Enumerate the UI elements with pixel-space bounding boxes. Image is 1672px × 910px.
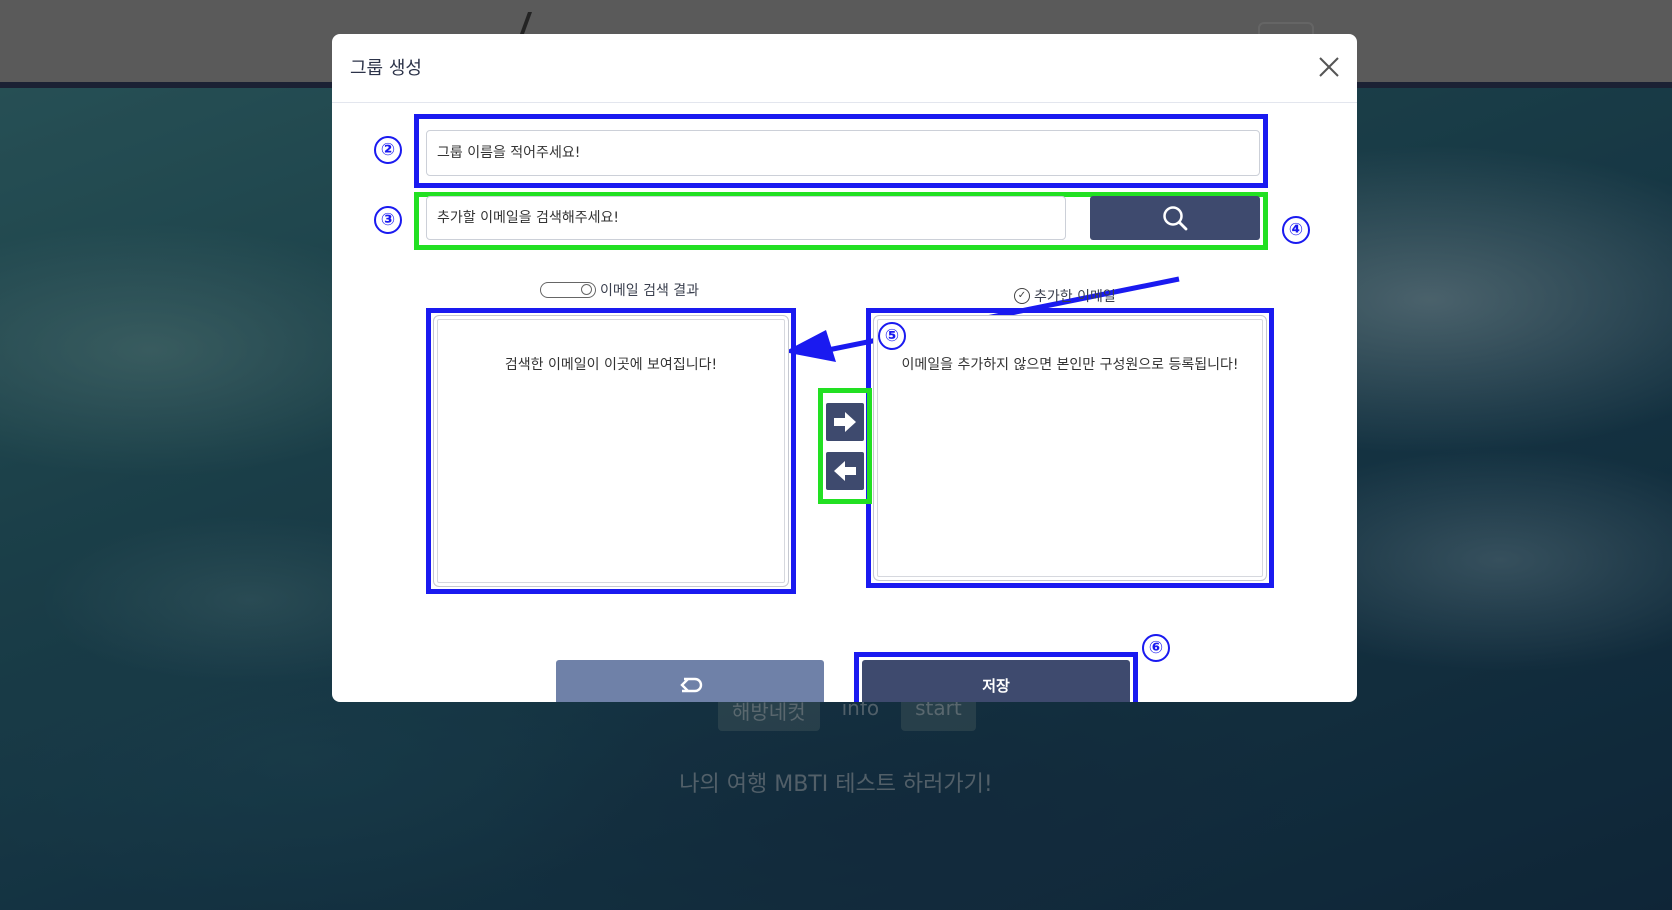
- check-circle-icon: ✓: [1014, 288, 1030, 304]
- search-icon: [1163, 206, 1188, 231]
- email-search-input[interactable]: [426, 196, 1066, 240]
- search-results-label-text: 이메일 검색 결과: [600, 283, 700, 299]
- search-toggle-icon: [540, 282, 596, 298]
- added-emails-label: ✓ 추가한 이메일: [1014, 286, 1116, 306]
- save-button[interactable]: 저장: [862, 660, 1130, 702]
- annotation-marker: ③: [374, 206, 402, 234]
- annotation-marker: ④: [1282, 216, 1310, 244]
- search-button[interactable]: [1090, 196, 1260, 240]
- annotation-marker: ⑤: [878, 322, 906, 350]
- move-right-button[interactable]: [826, 403, 864, 441]
- back-button[interactable]: [556, 660, 824, 702]
- added-emails-empty-message: 이메일을 추가하지 않으면 본인만 구성원으로 등록됩니다!: [901, 357, 1239, 373]
- search-results-empty-message: 검색한 이메일이 이곳에 보여집니다!: [504, 357, 718, 373]
- added-emails-list[interactable]: 이메일을 추가하지 않으면 본인만 구성원으로 등록됩니다!: [873, 315, 1267, 581]
- added-emails-label-text: 추가한 이메일: [1034, 289, 1116, 305]
- search-results-label: 이메일 검색 결과: [540, 280, 699, 300]
- arrow-right-icon: [834, 412, 856, 432]
- close-icon[interactable]: [1316, 54, 1342, 80]
- group-name-input[interactable]: [426, 130, 1260, 176]
- annotation-marker: ⑥: [1142, 634, 1170, 662]
- arrow-left-icon: [834, 461, 856, 481]
- create-group-modal: 그룹 생성 ② ③ ④ 이메일 검색 결과 ✓ 추가한 이메일: [332, 34, 1357, 702]
- annotation-marker: ②: [374, 136, 402, 164]
- move-left-button[interactable]: [826, 452, 864, 490]
- return-icon: [680, 677, 703, 693]
- modal-header: 그룹 생성: [332, 34, 1357, 103]
- search-results-list[interactable]: 검색한 이메일이 이곳에 보여집니다!: [433, 315, 789, 587]
- modal-title: 그룹 생성: [350, 58, 422, 79]
